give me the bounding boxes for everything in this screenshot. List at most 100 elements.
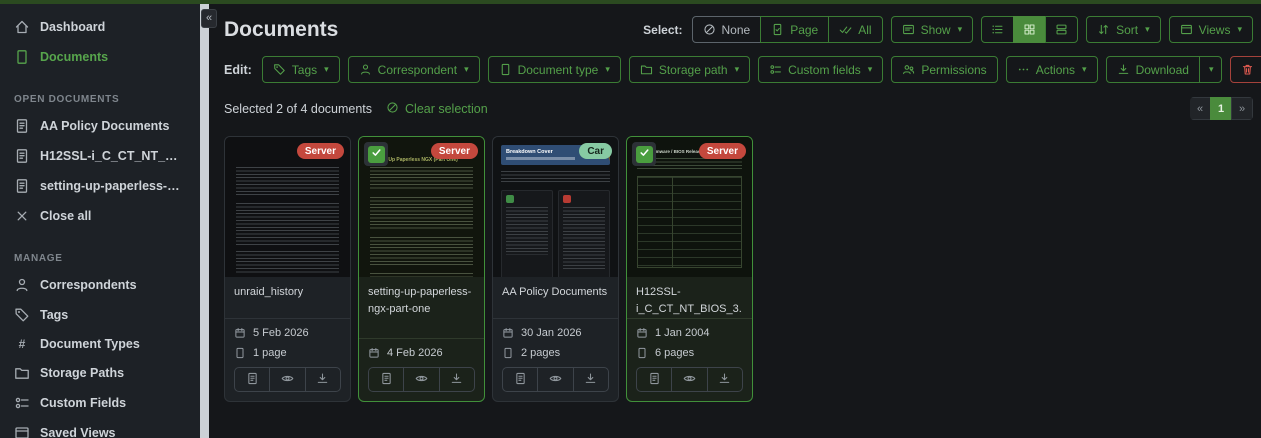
show-dropdown-button[interactable]: Show ▾ [891, 16, 974, 43]
selected-checkbox[interactable] [632, 142, 656, 166]
card-action-group [502, 367, 609, 392]
manage-header: MANAGE [0, 239, 200, 270]
custom-fields-icon [14, 395, 30, 411]
sidebar-item-label: Document Types [40, 337, 140, 351]
preview-button[interactable] [671, 368, 706, 391]
permissions-button[interactable]: Permissions [891, 56, 997, 83]
sidebar-manage-nav: CorrespondentsTags#Document Types Storage… [0, 270, 200, 438]
download-icon [1117, 63, 1130, 76]
file-text-icon [14, 148, 30, 164]
download-document-button[interactable] [439, 368, 474, 391]
tag-badge[interactable]: Server [699, 143, 746, 159]
sidebar-item-h12ssl-i-c-ct-nt-bios-3-3-rele[interactable]: H12SSL-i_C_CT_NT_BIOS_3.3_rele... [0, 141, 200, 171]
view-mode-grid-button[interactable] [1013, 16, 1046, 43]
sidebar-item-label: Storage Paths [40, 366, 124, 380]
card-action-group [368, 367, 475, 392]
card-title[interactable]: AA Policy Documents [493, 277, 618, 318]
view-mode-list-button[interactable] [981, 16, 1014, 43]
created-date-row: 1 Jan 2004 [636, 327, 743, 339]
select-all-button[interactable]: All [828, 16, 882, 43]
card-thumbnail[interactable]: Server [225, 137, 350, 277]
select-page-button[interactable]: Page [760, 16, 829, 43]
people-icon [902, 63, 915, 76]
created-date-row: 4 Feb 2026 [368, 347, 475, 359]
view-mode-cards-button[interactable] [1045, 16, 1078, 43]
sidebar-item-label: setting-up-paperless-ngx-part-one [40, 179, 186, 193]
document-details-button[interactable] [637, 368, 671, 391]
tags-dropdown-button[interactable]: Tags▾ [262, 56, 340, 83]
pagination-prev-button[interactable]: « [1190, 97, 1211, 120]
sidebar-item-saved-views[interactable]: Saved Views [0, 418, 200, 438]
card-title[interactable]: H12SSL-i_C_CT_NT_BIOS_3.3_release_notes [627, 277, 752, 318]
document-details-button[interactable] [503, 368, 537, 391]
sidebar-item-document-types[interactable]: #Document Types [0, 330, 200, 358]
card-thumbnail[interactable]: Breakdown Cover Car [493, 137, 618, 277]
sidebar-item-custom-fields[interactable]: Custom Fields [0, 388, 200, 418]
preview-button[interactable] [537, 368, 572, 391]
download-caret-button[interactable]: ▾ [1199, 56, 1223, 83]
custom-fields-dropdown-button[interactable]: Custom fields▾ [758, 56, 883, 83]
created-date: 4 Feb 2026 [387, 347, 443, 359]
preview-button[interactable] [269, 368, 304, 391]
sidebar-item-correspondents[interactable]: Correspondents [0, 270, 200, 300]
card-thumbnail[interactable]: Firmware / BIOS Release Notes Form Serve… [627, 137, 752, 277]
chevron-down-icon: ▾ [1209, 64, 1214, 75]
card-title[interactable]: unraid_history [225, 277, 350, 318]
sidebar-item-label: Dashboard [40, 20, 105, 34]
sidebar-item-aa-policy-documents[interactable]: AA Policy Documents [0, 111, 200, 141]
sidebar-item-close-all[interactable]: Close all [0, 201, 200, 231]
views-dropdown-button[interactable]: Views ▾ [1169, 16, 1253, 43]
sidebar-item-setting-up-paperless-ngx-part-one[interactable]: setting-up-paperless-ngx-part-one [0, 171, 200, 201]
document-details-button[interactable] [369, 368, 403, 391]
sidebar-item-storage-paths[interactable]: Storage Paths [0, 358, 200, 388]
chevron-down-icon: ▾ [324, 64, 329, 75]
download-button[interactable]: Download [1106, 56, 1200, 83]
document-card[interactable]: Firmware / BIOS Release Notes Form Serve… [626, 136, 753, 402]
document-card[interactable]: Breakdown Cover Car AA Policy Documents … [492, 136, 619, 402]
download-document-button[interactable] [707, 368, 742, 391]
file-text-icon [14, 118, 30, 134]
pagination-page-1[interactable]: 1 [1210, 97, 1232, 120]
chevron-down-icon: ▾ [958, 24, 963, 35]
custom-fields-icon [769, 63, 782, 76]
card-title[interactable]: setting-up-paperless-ngx-part-one [359, 277, 484, 338]
document-type-dropdown-button[interactable]: Document type▾ [488, 56, 621, 83]
page-count: 2 pages [521, 347, 560, 359]
tag-badge[interactable]: Car [579, 143, 612, 159]
download-icon [584, 372, 597, 388]
sidebar-item-tags[interactable]: Tags [0, 300, 200, 330]
tag-badge[interactable]: Server [431, 143, 478, 159]
download-icon [316, 372, 329, 388]
select-button-group: NonePageAll [692, 16, 883, 43]
file-text-icon [648, 372, 661, 388]
document-card[interactable]: Setting Up Paperless NGX (Part One) Serv… [358, 136, 485, 402]
card-thumbnail[interactable]: Setting Up Paperless NGX (Part One) Serv… [359, 137, 484, 277]
pagination-next-button[interactable]: » [1231, 97, 1253, 120]
delete-button[interactable]: Delete [1230, 56, 1261, 83]
preview-button[interactable] [403, 368, 438, 391]
sidebar-open-documents: AA Policy DocumentsH12SSL-i_C_CT_NT_BIOS… [0, 111, 200, 231]
sort-dropdown-button[interactable]: Sort ▾ [1086, 16, 1161, 43]
document-details-button[interactable] [235, 368, 269, 391]
document-card[interactable]: Server unraid_history 5 Feb 2026 1 page [224, 136, 351, 402]
download-document-button[interactable] [305, 368, 340, 391]
folder-icon [14, 365, 30, 381]
edit-label: Edit: [224, 63, 252, 77]
eye-icon [415, 372, 428, 388]
tag-badge[interactable]: Server [297, 143, 344, 159]
sidebar-resize-divider[interactable] [200, 0, 209, 438]
download-icon [718, 372, 731, 388]
actions-dropdown-button[interactable]: Actions ▾ [1006, 56, 1098, 83]
select-none-button[interactable]: None [692, 16, 762, 43]
selected-checkbox[interactable] [364, 142, 388, 166]
download-document-button[interactable] [573, 368, 608, 391]
correspondent-dropdown-button[interactable]: Correspondent▾ [348, 56, 480, 83]
sidebar-collapse-button[interactable]: « [201, 9, 217, 28]
sidebar-item-dashboard[interactable]: Dashboard [0, 12, 200, 42]
sidebar-item-documents[interactable]: Documents [0, 42, 200, 72]
tag-icon [273, 63, 286, 76]
download-icon [450, 372, 463, 388]
clear-selection-link[interactable]: Clear selection [386, 101, 488, 117]
storage-path-dropdown-button[interactable]: Storage path▾ [629, 56, 750, 83]
progress-bar [0, 0, 1261, 4]
